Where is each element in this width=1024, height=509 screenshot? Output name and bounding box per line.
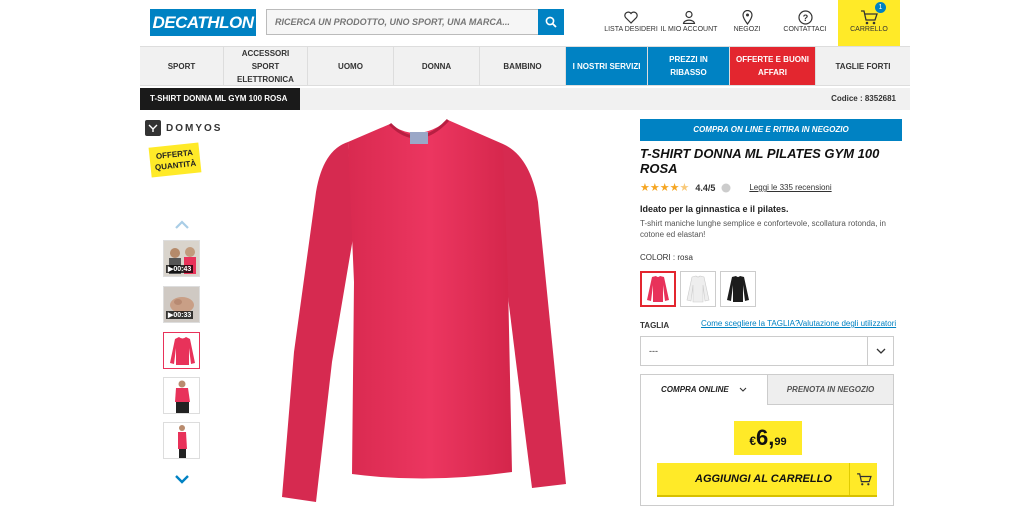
add-cart-icon	[849, 463, 877, 495]
thumbnail-image-2[interactable]	[163, 377, 200, 414]
nav-item-bambino[interactable]: BAMBINO	[480, 47, 566, 85]
model-side-thumbnail	[164, 423, 199, 458]
cart-icon	[861, 9, 878, 24]
color-swatch-rosa[interactable]	[640, 271, 676, 307]
info-icon	[721, 183, 731, 192]
price-tag: € 6, 99	[734, 421, 802, 455]
stores-label: NEGOZI	[733, 26, 761, 33]
colors-label: COLORI : rosa	[640, 253, 693, 262]
site-header: DECATHLON LISTA DESIDERI IL MIO ACCOUNT …	[140, 0, 910, 46]
product-page: DECATHLON LISTA DESIDERI IL MIO ACCOUNT …	[0, 0, 1024, 509]
brand-name: DOMYOS	[166, 122, 223, 134]
model-thumbnail	[164, 378, 199, 413]
thumbnail-video-1[interactable]: ▶00:43	[163, 240, 200, 277]
size-select[interactable]: ---	[640, 336, 894, 366]
price-integer: 6,	[756, 425, 775, 450]
nav-item-uomo[interactable]: UOMO	[308, 47, 394, 85]
help-icon: ?	[797, 9, 813, 25]
product-title: T-SHIRT DONNA ML PILATES GYM 100 ROSA	[640, 146, 880, 176]
shirt-white-icon	[686, 275, 710, 303]
nav-item-servizi[interactable]: I NOSTRI SERVIZI	[566, 47, 648, 85]
nav-item-taglie-forti[interactable]: TAGLIE FORTI	[816, 47, 910, 85]
decathlon-logo[interactable]: DECATHLON	[150, 9, 256, 36]
size-reviews-link[interactable]: Valutazione degli utilizzatori	[798, 319, 896, 328]
contact-link[interactable]: ? CONTATTACI	[776, 0, 834, 46]
search-button[interactable]	[538, 9, 564, 35]
shirt-black-icon	[727, 276, 749, 302]
shirt-pink-icon	[647, 276, 669, 302]
chevron-down-icon	[739, 387, 747, 392]
cart-button[interactable]: 1 CARRELLO	[838, 0, 900, 46]
offer-badge: OFFERTA QUANTITÀ	[148, 142, 202, 178]
wishlist-link[interactable]: LISTA DESIDERI	[602, 0, 660, 46]
stores-link[interactable]: NEGOZI	[718, 0, 776, 46]
reviews-link[interactable]: Leggi le 335 recensioni	[749, 183, 831, 192]
chevron-up-icon	[175, 220, 189, 229]
rating-value: 4.4/5	[695, 182, 716, 193]
contact-label: CONTATTACI	[783, 26, 827, 33]
pickup-banner: COMPRA ON LINE E RITIRA IN NEGOZIO	[640, 119, 902, 141]
shirt-thumbnail	[164, 333, 199, 368]
thumbnails-up-button[interactable]	[173, 218, 191, 232]
search-input[interactable]	[267, 10, 539, 34]
product-description: T-shirt maniche lunghe semplice e confor…	[640, 219, 886, 239]
product-main-image[interactable]	[268, 112, 578, 507]
heart-icon	[624, 11, 638, 24]
svg-text:?: ?	[802, 13, 808, 23]
thumbnail-image-3[interactable]	[163, 422, 200, 459]
nav-item-offerte[interactable]: OFFERTE E BUONI AFFARI	[730, 47, 816, 85]
nav-item-ribasso[interactable]: PREZZI IN RIBASSO	[648, 47, 730, 85]
tab-buy-online-label: COMPRA ONLINE	[661, 385, 729, 394]
price-currency: €	[749, 434, 757, 448]
star-rating: ★★★★★	[640, 182, 690, 194]
thumbnail-video-2[interactable]: ▶00:33	[163, 286, 200, 323]
header-actions: LISTA DESIDERI IL MIO ACCOUNT NEGOZI ? C…	[602, 0, 900, 46]
search-icon	[545, 16, 557, 28]
buy-box: COMPRA ONLINE PRENOTA IN NEGOZIO € 6, 99…	[640, 374, 894, 506]
size-dropdown-toggle[interactable]	[867, 337, 893, 365]
tab-reserve-in-store[interactable]: PRENOTA IN NEGOZIO	[767, 375, 893, 405]
color-swatch-bianco[interactable]	[680, 271, 716, 307]
map-pin-icon	[741, 9, 753, 25]
breadcrumb-title: T-SHIRT DONNA ML GYM 100 ROSA	[140, 88, 300, 110]
chevron-down-icon	[175, 475, 189, 484]
video-duration-badge: ▶00:33	[166, 311, 194, 319]
thumbnail-image-1[interactable]	[163, 332, 200, 369]
add-to-cart-button[interactable]: AGGIUNGI AL CARRELLO	[657, 463, 877, 495]
account-label: IL MIO ACCOUNT	[660, 26, 718, 33]
main-navigation: SPORT ACCESSORI SPORT ELETTRONICA UOMO D…	[140, 46, 910, 86]
chevron-down-icon	[876, 348, 885, 354]
size-select-value: ---	[649, 346, 658, 356]
size-label: TAGLIA	[640, 321, 670, 330]
rating-row: ★★★★★ 4.4/5 Leggi le 335 recensioni	[640, 181, 832, 194]
add-to-cart-label: AGGIUNGI AL CARRELLO	[695, 473, 832, 485]
brand-logo[interactable]: DOMYOS	[145, 120, 222, 136]
product-code: Codice : 8352681	[831, 94, 896, 103]
wishlist-label: LISTA DESIDERI	[604, 26, 658, 33]
nav-item-donna[interactable]: DONNA	[394, 47, 480, 85]
thumbnails-down-button[interactable]	[173, 472, 191, 486]
size-guide-link[interactable]: Come scegliere la TAGLIA?	[701, 319, 799, 328]
video-duration-badge: ▶00:43	[166, 265, 194, 273]
cart-label: CARRELLO	[850, 26, 888, 33]
nav-item-accessori[interactable]: ACCESSORI SPORT ELETTRONICA	[224, 47, 308, 85]
tab-buy-online[interactable]: COMPRA ONLINE	[641, 375, 767, 405]
product-tagline: Ideato per la ginnastica e il pilates.	[640, 204, 789, 214]
cart-count-badge: 1	[875, 2, 886, 13]
user-icon	[682, 10, 696, 24]
account-link[interactable]: IL MIO ACCOUNT	[660, 0, 718, 46]
nav-item-sport[interactable]: SPORT	[140, 47, 224, 85]
price-decimals: 99	[774, 436, 787, 448]
color-swatch-nero[interactable]	[720, 271, 756, 307]
breadcrumb: T-SHIRT DONNA ML GYM 100 ROSA Codice : 8…	[140, 88, 910, 110]
search-box	[266, 9, 564, 35]
domyos-icon	[145, 120, 161, 136]
